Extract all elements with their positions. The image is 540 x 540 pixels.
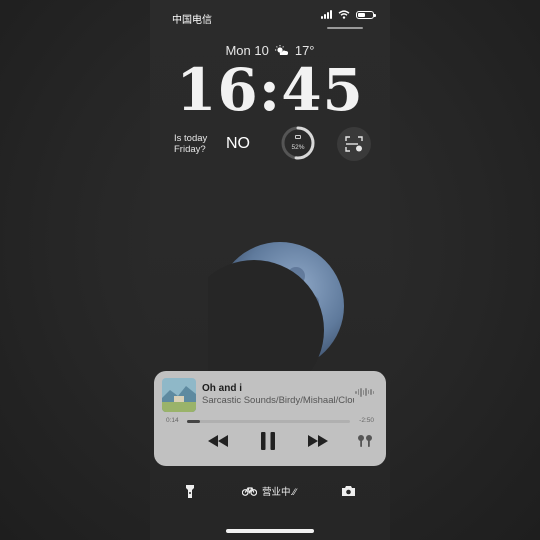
bicycle-icon <box>242 487 257 496</box>
fast-forward-icon <box>308 435 328 447</box>
battery-ring-label: 52% <box>291 144 305 151</box>
flashlight-button[interactable] <box>186 485 194 501</box>
clock-time: 16:45 <box>176 56 364 124</box>
camera-button[interactable] <box>342 486 355 499</box>
airpods-icon <box>358 435 372 447</box>
elapsed-time: 0:14 <box>166 417 179 424</box>
rewind-icon <box>208 435 228 447</box>
camera-icon <box>342 486 355 496</box>
now-playing-widget[interactable]: Oh and i Sarcastic Sounds/Birdy/Mishaal/… <box>154 371 386 466</box>
bottom-bar: 营业中.⁄⁄ <box>150 484 390 500</box>
signal-icon <box>321 10 332 19</box>
friday-answer[interactable]: NO <box>226 135 250 153</box>
pause-icon <box>261 432 275 450</box>
battery-icon <box>356 10 376 19</box>
partly-sunny-icon <box>274 45 288 55</box>
activity-status[interactable]: 营业中.⁄⁄ <box>242 484 296 498</box>
question-line-1: Is today <box>174 133 208 144</box>
notification-indicator <box>327 27 363 29</box>
progress-fill <box>187 420 201 423</box>
scan-icon <box>345 136 363 152</box>
flashlight-icon <box>186 485 194 498</box>
activity-status-text: 营业中.⁄⁄ <box>262 487 297 498</box>
moon-wallpaper <box>208 242 344 371</box>
fast-forward-button[interactable] <box>308 435 328 447</box>
scan-widget[interactable] <box>337 127 371 161</box>
rewind-button[interactable] <box>208 435 228 447</box>
album-art[interactable] <box>162 378 196 412</box>
carrier-label: 中国电信 <box>172 15 212 26</box>
audio-wave-icon <box>355 387 374 397</box>
home-indicator[interactable] <box>226 529 314 533</box>
status-bar: 中国电信 <box>172 10 376 26</box>
airpods-button[interactable] <box>357 434 373 448</box>
lock-screen: 中国电信 Mon 10 17° 16:45 Is today Friday? N… <box>150 0 390 540</box>
question-line-2: Friday? <box>174 144 206 155</box>
battery-ring-widget[interactable] <box>280 125 316 161</box>
progress-bar[interactable] <box>187 420 350 423</box>
song-artist: Sarcastic Sounds/Birdy/Mishaal/Cloudy <box>202 395 354 406</box>
battery-small-icon <box>295 135 301 139</box>
status-icons <box>321 10 376 19</box>
friday-question[interactable]: Is today Friday? <box>174 133 207 155</box>
wifi-icon <box>338 10 350 19</box>
remaining-time: -2:50 <box>359 417 374 424</box>
widgets-row: Is today Friday? NO 52% <box>174 125 374 165</box>
pause-button[interactable] <box>261 432 275 450</box>
song-title: Oh and i <box>202 383 242 394</box>
